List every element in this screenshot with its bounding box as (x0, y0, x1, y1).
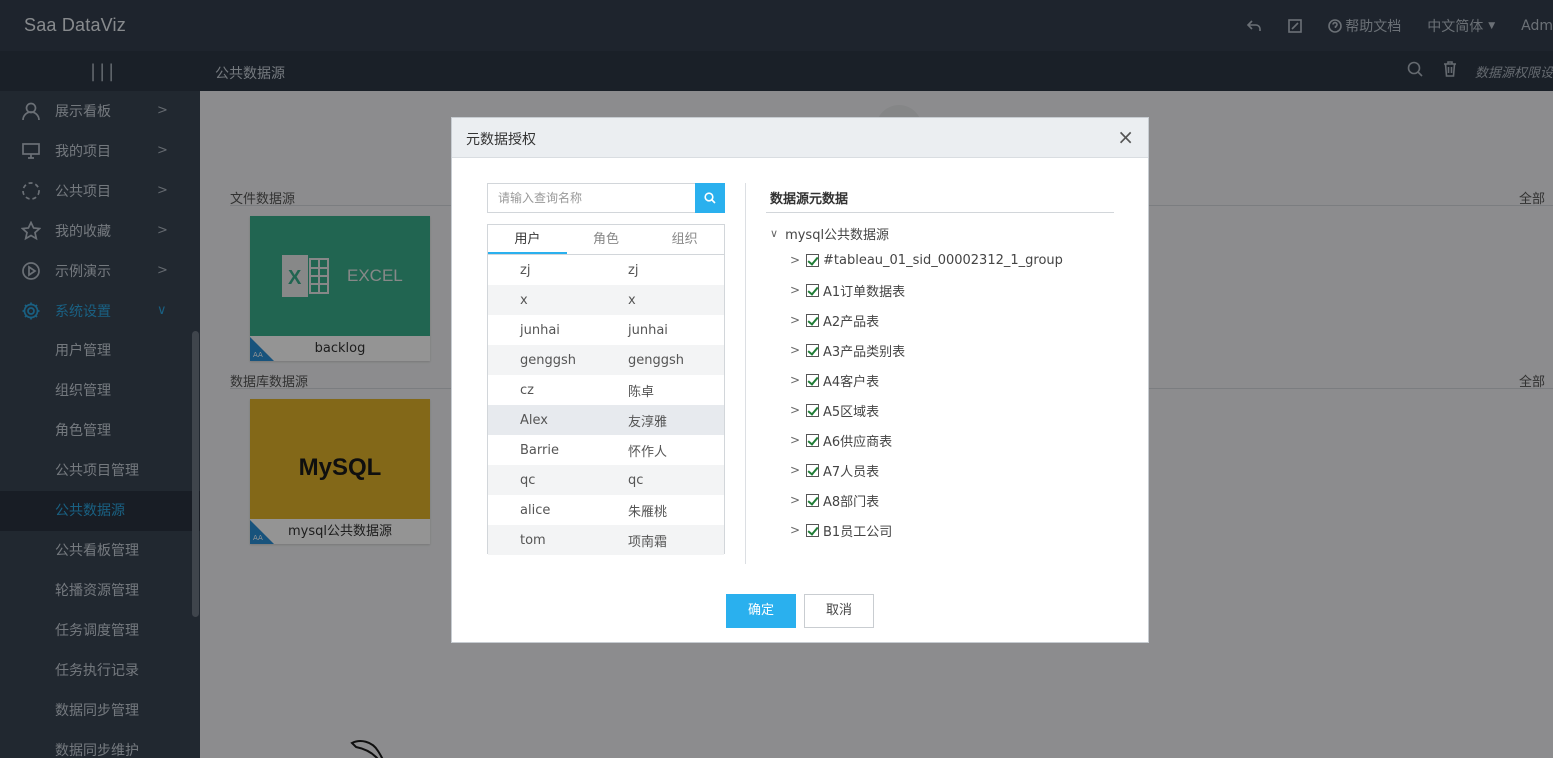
checkbox[interactable] (806, 343, 819, 357)
tree-item-label: #tableau_01_sid_00002312_1_group (823, 252, 1063, 268)
user-name: 项南霜 (628, 534, 668, 550)
user-row-selected[interactable]: Alex 友淳雅 (488, 405, 724, 435)
chevron-right-icon[interactable]: > (790, 253, 806, 267)
checkbox[interactable] (806, 253, 819, 267)
tree-item[interactable]: > A6供应商表 (790, 430, 892, 450)
tree-item[interactable]: > A3产品类别表 (790, 340, 905, 360)
tree-item-label: A4客户表 (823, 374, 880, 390)
checkbox[interactable] (806, 403, 819, 417)
tab-roles[interactable]: 角色 (567, 225, 646, 254)
principal-list: 用户 角色 组织 zj zj xx junhai junhai genggsh gen… (487, 224, 725, 555)
user-name: 陈卓 (628, 384, 655, 400)
chevron-down-icon[interactable]: ∨ (770, 227, 778, 240)
user-name: 朱雁桃 (628, 504, 668, 520)
user-row[interactable]: cz 陈卓 (488, 375, 724, 405)
user-row[interactable]: junhai junhai (488, 315, 724, 345)
chevron-right-icon[interactable]: > (790, 343, 806, 357)
checkbox[interactable] (806, 463, 819, 477)
tree-item[interactable]: > A5区域表 (790, 400, 879, 420)
search-icon (704, 192, 716, 204)
checkbox[interactable] (806, 523, 819, 537)
chevron-right-icon[interactable]: > (790, 433, 806, 447)
checkbox[interactable] (806, 313, 819, 327)
tab-orgs[interactable]: 组织 (645, 225, 724, 254)
tree-item-label: A2产品表 (823, 314, 880, 330)
tree-item[interactable]: > A1订单数据表 (790, 280, 905, 300)
checkbox[interactable] (806, 493, 819, 507)
user-account: genggsh (520, 352, 577, 368)
tree-item-label: A1订单数据表 (823, 284, 906, 300)
user-name: x (628, 292, 636, 308)
tree-root[interactable]: ∨ mysql公共数据源 (770, 224, 889, 243)
metadata-title: 数据源元数据 (770, 192, 849, 207)
search-input[interactable] (487, 183, 695, 213)
tree-item-label: B1员工公司 (823, 524, 893, 540)
user-account: x (520, 292, 528, 308)
chevron-right-icon[interactable]: > (790, 403, 806, 417)
tree-item[interactable]: > #tableau_01_sid_00002312_1_group (790, 250, 1063, 270)
tree-item-label: A7人员表 (823, 464, 880, 480)
search-button[interactable] (695, 183, 725, 213)
chevron-right-icon[interactable]: > (790, 463, 806, 477)
user-account: alice (520, 502, 551, 518)
user-row[interactable]: alice 朱雁桃 (488, 495, 724, 525)
user-row[interactable]: tom 项南霜 (488, 525, 724, 555)
principal-tabs: 用户 角色 组织 (488, 225, 724, 255)
metadata-auth-dialog: 元数据授权 × 用户 角色 组织 zjzj xx junhaijunhai ge… (451, 117, 1149, 643)
tree-item[interactable]: > A7人员表 (790, 460, 879, 480)
user-name: zj (628, 262, 639, 278)
user-account: tom (520, 532, 546, 548)
user-name: 怀作人 (628, 444, 668, 460)
cancel-button[interactable]: 取消 (804, 594, 874, 628)
user-name: genggsh (628, 352, 685, 368)
user-account: zj (520, 262, 531, 278)
dialog-header: 元数据授权 × (452, 118, 1148, 158)
user-row[interactable]: xx (488, 285, 724, 315)
chevron-right-icon[interactable]: > (790, 493, 806, 507)
user-account: Barrie (520, 442, 559, 458)
tree-item-label: A3产品类别表 (823, 344, 906, 360)
dialog-title: 元数据授权 (466, 132, 536, 148)
user-search (487, 183, 725, 213)
user-account: qc (520, 472, 536, 488)
tree-item[interactable]: > A8部门表 (790, 490, 879, 510)
tree-item-label: A8部门表 (823, 494, 880, 510)
checkbox[interactable] (806, 283, 819, 297)
chevron-right-icon[interactable]: > (790, 283, 806, 297)
chevron-right-icon[interactable]: > (790, 313, 806, 327)
vertical-divider (745, 183, 746, 564)
divider (766, 212, 1114, 213)
checkbox[interactable] (806, 373, 819, 387)
user-row[interactable]: qc qc (488, 465, 724, 495)
tree-item[interactable]: > A2产品表 (790, 310, 879, 330)
chevron-right-icon[interactable]: > (790, 373, 806, 387)
checkbox[interactable] (806, 433, 819, 447)
tree-item-label: A5区域表 (823, 404, 880, 420)
user-name: junhai (628, 322, 668, 338)
confirm-button[interactable]: 确定 (726, 594, 796, 628)
user-account: Alex (520, 412, 548, 428)
user-account: junhai (520, 322, 560, 338)
tree-root-label: mysql公共数据源 (785, 228, 890, 243)
tree-item[interactable]: > B1员工公司 (790, 520, 892, 540)
tree-item[interactable]: > A4客户表 (790, 370, 879, 390)
user-name: qc (628, 472, 644, 488)
user-name: 友淳雅 (628, 414, 668, 430)
chevron-right-icon[interactable]: > (790, 523, 806, 537)
user-row[interactable]: Barrie 怀作人 (488, 435, 724, 465)
user-account: cz (520, 382, 534, 398)
user-row[interactable]: zj zj (488, 255, 724, 285)
user-row[interactable]: genggsh genggsh (488, 345, 724, 375)
user-rows: zj zj xx junhai junhai genggsh genggsh cz 陈卓… (488, 255, 724, 555)
tab-users[interactable]: 用户 (488, 225, 567, 254)
close-icon[interactable]: × (1117, 125, 1134, 149)
tree-item-label: A6供应商表 (823, 434, 893, 450)
